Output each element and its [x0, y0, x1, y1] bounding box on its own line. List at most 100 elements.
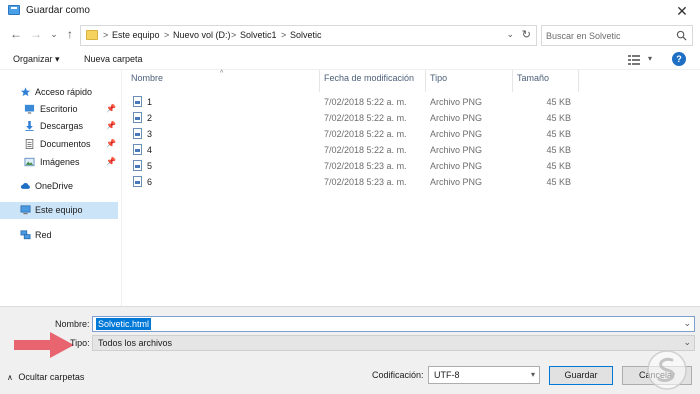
sidebar-item-label: Imágenes: [40, 157, 80, 167]
sidebar-item-label: OneDrive: [35, 181, 74, 191]
save-options-panel: Nombre: Solvetic.html ⌄ Tipo: Todos los …: [0, 306, 700, 394]
pictures-icon: [24, 157, 35, 167]
search-box[interactable]: [541, 25, 693, 46]
sidebar-item-desktop[interactable]: Escritorio 📌: [0, 101, 118, 118]
sidebar-item-label: Red: [35, 230, 52, 240]
file-type-label: Tipo:: [70, 338, 90, 348]
sidebar-item-quick-access[interactable]: Acceso rápido: [0, 84, 118, 101]
file-name: 6: [147, 177, 153, 187]
file-row[interactable]: 1 7/02/2018 5:22 a. m. Archivo PNG 45 KB: [123, 94, 583, 110]
command-bar: Organizar ▾ Nueva carpeta ▾ ?: [0, 49, 700, 70]
sidebar-item-downloads[interactable]: Descargas 📌: [0, 118, 118, 135]
breadcrumb-solvetic1[interactable]: Solvetic1: [240, 30, 277, 40]
file-name: 3: [147, 129, 153, 139]
cloud-icon: [20, 182, 30, 189]
refresh-icon[interactable]: ↻: [522, 28, 531, 41]
recent-locations-icon[interactable]: ⌄: [46, 26, 62, 42]
sidebar-item-this-pc[interactable]: Este equipo: [0, 202, 118, 219]
file-size: 45 KB: [546, 177, 571, 187]
breadcrumb-solvetic[interactable]: Solvetic: [290, 30, 322, 40]
encoding-select[interactable]: UTF-8 ▾: [428, 366, 540, 384]
breadcrumb-separator: >: [164, 30, 170, 40]
file-date: 7/02/2018 5:23 a. m.: [324, 177, 407, 187]
pin-icon: 📌: [106, 139, 116, 148]
close-button[interactable]: ✕: [664, 0, 700, 22]
star-icon: [20, 87, 31, 97]
column-header-size[interactable]: Tamaño: [517, 73, 549, 91]
navigation-bar: ← → ⌄ ↑ > Este equipo > Nuevo vol (D:) >…: [0, 22, 700, 49]
breadcrumb-drive[interactable]: Nuevo vol (D:): [173, 30, 231, 40]
title-bar: Guardar como ✕: [0, 0, 700, 22]
address-bar[interactable]: > Este equipo > Nuevo vol (D:) > Solveti…: [80, 25, 537, 46]
file-row[interactable]: 3 7/02/2018 5:22 a. m. Archivo PNG 45 KB: [123, 126, 583, 142]
file-type: Archivo PNG: [430, 97, 483, 107]
png-file-icon: [133, 128, 142, 139]
forward-icon[interactable]: →: [28, 26, 44, 42]
solvetic-logo-icon: [647, 350, 687, 390]
file-name: 2: [147, 113, 153, 123]
file-row[interactable]: 5 7/02/2018 5:23 a. m. Archivo PNG 45 KB: [123, 158, 583, 174]
sidebar-item-label: Descargas: [40, 121, 84, 131]
png-file-icon: [133, 144, 142, 155]
png-file-icon: [133, 96, 142, 107]
file-row[interactable]: 2 7/02/2018 5:22 a. m. Archivo PNG 45 KB: [123, 110, 583, 126]
breadcrumb-separator: >: [281, 30, 287, 40]
file-type: Archivo PNG: [430, 113, 483, 123]
column-divider[interactable]: [319, 70, 320, 92]
file-name-input[interactable]: Solvetic.html ⌄: [92, 316, 695, 332]
hide-folders-label: Ocultar carpetas: [18, 372, 85, 382]
column-header-date[interactable]: Fecha de modificación: [324, 73, 414, 91]
window-title: Guardar como: [26, 5, 90, 16]
encoding-value: UTF-8: [434, 370, 460, 380]
column-header-type[interactable]: Tipo: [430, 73, 447, 91]
file-row[interactable]: 4 7/02/2018 5:22 a. m. Archivo PNG 45 KB: [123, 142, 583, 158]
hide-folders-button[interactable]: ∧ Ocultar carpetas: [7, 372, 84, 382]
view-options-button[interactable]: ▾: [628, 53, 658, 67]
search-input[interactable]: [546, 29, 671, 43]
column-divider[interactable]: [425, 70, 426, 92]
file-name-label: Nombre:: [55, 319, 90, 329]
file-type: Archivo PNG: [430, 129, 483, 139]
chevron-down-icon[interactable]: ⌄: [683, 318, 691, 329]
chevron-down-icon: ▾: [648, 54, 653, 63]
sidebar-item-label: Este equipo: [35, 205, 83, 215]
back-icon[interactable]: ←: [8, 26, 24, 42]
column-header-name[interactable]: Nombre: [131, 73, 163, 91]
file-date: 7/02/2018 5:22 a. m.: [324, 113, 407, 123]
sidebar-item-documents[interactable]: Documentos 📌: [0, 136, 118, 153]
file-size: 45 KB: [546, 97, 571, 107]
column-divider[interactable]: [512, 70, 513, 92]
sidebar-item-label: Documentos: [40, 139, 91, 149]
help-icon[interactable]: ?: [672, 52, 686, 66]
file-name-value: Solvetic.html: [96, 318, 152, 330]
up-folder-icon[interactable]: ↑: [62, 26, 78, 42]
sidebar-item-pictures[interactable]: Imágenes 📌: [0, 154, 118, 171]
save-button[interactable]: Guardar: [549, 366, 613, 385]
breadcrumb-this-pc[interactable]: Este equipo: [112, 30, 160, 40]
sort-ascending-icon: ^: [220, 70, 224, 77]
list-view-icon: [628, 55, 640, 65]
sidebar-item-label: Acceso rápido: [35, 87, 93, 97]
address-dropdown-icon[interactable]: ⌄: [506, 29, 514, 40]
column-divider[interactable]: [578, 70, 579, 92]
file-date: 7/02/2018 5:22 a. m.: [324, 129, 407, 139]
desktop-icon: [24, 104, 35, 114]
sidebar-item-onedrive[interactable]: OneDrive: [0, 178, 118, 195]
png-file-icon: [133, 112, 142, 123]
organize-button[interactable]: Organizar ▾: [13, 54, 60, 65]
file-row[interactable]: 6 7/02/2018 5:23 a. m. Archivo PNG 45 KB: [123, 174, 583, 190]
file-size: 45 KB: [546, 113, 571, 123]
sidebar-item-network[interactable]: Red: [0, 227, 118, 244]
png-file-icon: [133, 160, 142, 171]
file-type: Archivo PNG: [430, 161, 483, 171]
new-folder-button[interactable]: Nueva carpeta: [84, 54, 143, 64]
encoding-label: Codificación:: [372, 370, 424, 380]
file-size: 45 KB: [546, 145, 571, 155]
breadcrumb-separator: >: [103, 30, 109, 40]
file-type-select[interactable]: Todos los archivos ⌄: [92, 335, 695, 351]
chevron-down-icon: ▾: [530, 370, 535, 379]
pin-icon: 📌: [106, 121, 116, 130]
file-type: Archivo PNG: [430, 177, 483, 187]
file-date: 7/02/2018 5:22 a. m.: [324, 97, 407, 107]
file-name: 1: [147, 97, 153, 107]
